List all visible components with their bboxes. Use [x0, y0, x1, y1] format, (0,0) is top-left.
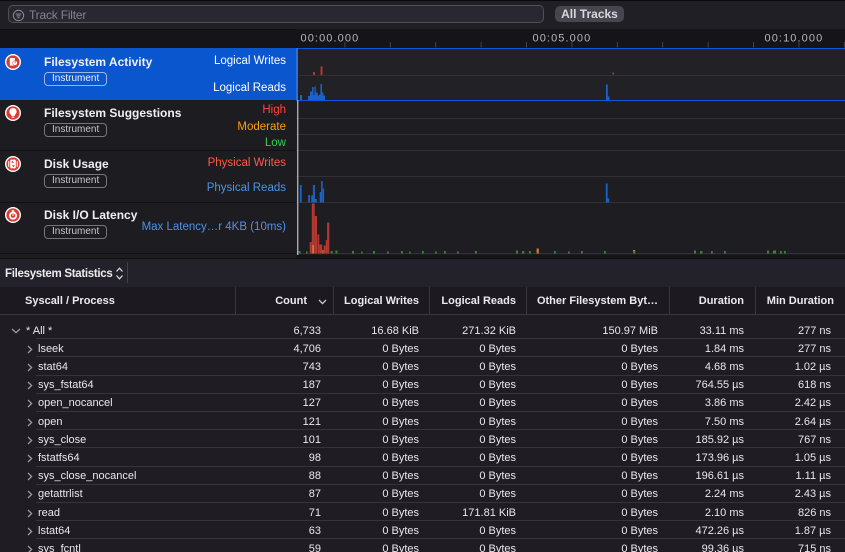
svg-text:00:10.000: 00:10.000: [765, 32, 824, 44]
svg-text:00:05.000: 00:05.000: [533, 32, 592, 44]
svg-text:00:00.000: 00:00.000: [301, 32, 360, 44]
